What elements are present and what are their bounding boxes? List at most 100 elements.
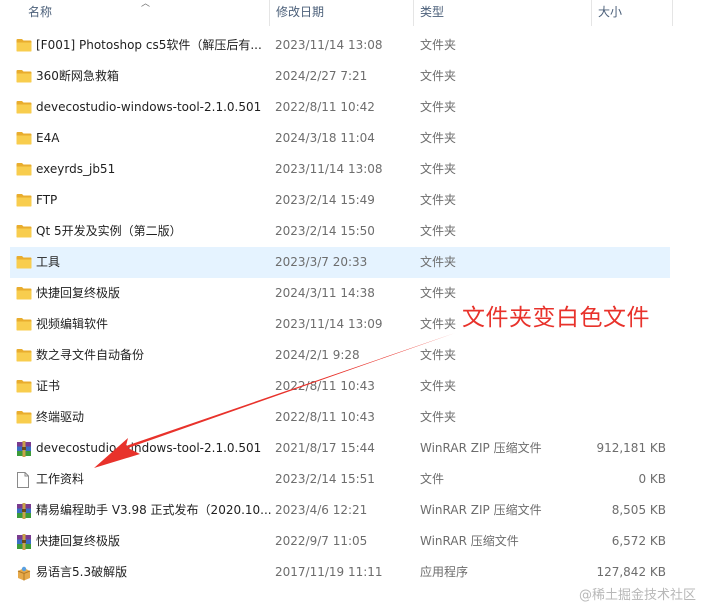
column-divider[interactable] [591, 0, 592, 26]
column-divider[interactable] [672, 0, 673, 26]
folder-icon [16, 255, 32, 269]
file-type: 文件夹 [420, 410, 457, 424]
file-modified-date: 2023/2/14 15:50 [275, 224, 375, 238]
file-name: devecostudio-windows-tool-2.1.0.501 [36, 441, 262, 455]
winrar-archive-icon [16, 534, 32, 550]
file-modified-date: 2024/3/11 14:38 [275, 286, 375, 300]
file-size: 912,181 KB [596, 441, 666, 455]
file-row[interactable]: 数之寻文件自动备份 2024/2/1 9:28 文件夹 [10, 340, 670, 371]
file-row[interactable]: exeyrds_jb51 2023/11/14 13:08 文件夹 [10, 154, 670, 185]
folder-icon [16, 69, 32, 83]
file-name: devecostudio-windows-tool-2.1.0.501 [36, 100, 262, 114]
file-type: 文件夹 [420, 131, 457, 145]
file-size [570, 371, 666, 402]
file-row[interactable]: [F001] Photoshop cs5软件（解压后有... 2023/11/14… [10, 30, 670, 61]
file-row[interactable]: 精易编程助手 V3.98 正式发布（2020.10... 2023/4/6 12:… [10, 495, 670, 526]
file-modified-date: 2022/8/11 10:43 [275, 379, 375, 393]
blank-file-icon [16, 472, 32, 488]
file-modified-date: 2023/3/7 20:33 [275, 255, 368, 269]
file-modified-date: 2017/11/19 11:11 [275, 565, 383, 579]
file-size: 0 KB [638, 472, 666, 486]
file-name: 工具 [36, 255, 61, 269]
folder-icon [16, 100, 32, 114]
file-size [570, 154, 666, 185]
file-name: 证书 [36, 379, 61, 393]
file-size [570, 30, 666, 61]
file-modified-date: 2024/3/18 11:04 [275, 131, 375, 145]
file-size: 6,572 KB [611, 534, 666, 548]
file-name: [F001] Photoshop cs5软件（解压后有... [36, 38, 262, 52]
file-type: 文件夹 [420, 38, 457, 52]
folder-icon [16, 193, 32, 207]
file-size [570, 216, 666, 247]
file-modified-date: 2023/11/14 13:08 [275, 38, 383, 52]
file-size [570, 340, 666, 371]
file-modified-date: 2023/2/14 15:49 [275, 193, 375, 207]
file-name: 快捷回复终极版 [36, 534, 121, 548]
file-modified-date: 2022/8/11 10:42 [275, 100, 375, 114]
folder-icon [16, 379, 32, 393]
file-row[interactable]: 终端驱动 2022/8/11 10:43 文件夹 [10, 402, 670, 433]
file-modified-date: 2023/2/14 15:51 [275, 472, 375, 486]
file-type: 文件夹 [420, 224, 457, 238]
file-row[interactable]: 360断网急救箱 2024/2/27 7:21 文件夹 [10, 61, 670, 92]
file-name: 360断网急救箱 [36, 69, 119, 83]
file-row[interactable]: Qt 5开发及实例（第二版） 2023/2/14 15:50 文件夹 [10, 216, 670, 247]
column-header-size[interactable]: 大小 [598, 0, 622, 26]
file-size [570, 247, 666, 278]
file-type: WinRAR ZIP 压缩文件 [420, 441, 542, 455]
file-size: 8,505 KB [611, 503, 666, 517]
file-type: 文件夹 [420, 255, 457, 269]
watermark: @稀土掘金技术社区 [578, 588, 696, 603]
file-modified-date: 2023/4/6 12:21 [275, 503, 368, 517]
file-row[interactable]: 快捷回复终极版 2022/9/7 11:05 WinRAR 压缩文件 6,572 KB [10, 526, 670, 557]
file-modified-date: 2023/11/14 13:08 [275, 162, 383, 176]
file-modified-date: 2024/2/1 9:28 [275, 348, 360, 362]
file-row[interactable]: 工具 2023/3/7 20:33 文件夹 [10, 247, 670, 278]
file-modified-date: 2022/9/7 11:05 [275, 534, 368, 548]
file-row[interactable]: FTP 2023/2/14 15:49 文件夹 [10, 185, 670, 216]
file-row[interactable]: 工作资料 2023/2/14 15:51 文件 0 KB [10, 464, 670, 495]
folder-icon [16, 162, 32, 176]
file-size [570, 123, 666, 154]
file-size [570, 185, 666, 216]
folder-icon [16, 224, 32, 238]
file-type: 文件夹 [420, 162, 457, 176]
file-name: 视频编辑软件 [36, 317, 109, 331]
file-size [570, 92, 666, 123]
column-divider[interactable] [269, 0, 270, 26]
file-type: 应用程序 [420, 565, 469, 579]
file-name: Qt 5开发及实例（第二版） [36, 224, 182, 238]
file-type: 文件夹 [420, 100, 457, 114]
application-icon [16, 565, 32, 581]
file-type: 文件夹 [420, 379, 457, 393]
column-divider[interactable] [413, 0, 414, 26]
file-row[interactable]: devecostudio-windows-tool-2.1.0.501 2021/… [10, 433, 670, 464]
file-type: 文件夹 [420, 69, 457, 83]
column-header-date[interactable]: 修改日期 [276, 0, 324, 26]
file-name: exeyrds_jb51 [36, 162, 116, 176]
file-type: 文件夹 [420, 348, 457, 362]
folder-icon [16, 317, 32, 331]
annotation-text: 文件夹变白色文件 [462, 305, 650, 331]
folder-icon [16, 286, 32, 300]
file-row[interactable]: devecostudio-windows-tool-2.1.0.501 2022/… [10, 92, 670, 123]
folder-icon [16, 410, 32, 424]
file-size [570, 61, 666, 92]
file-name: 终端驱动 [36, 410, 85, 424]
file-type: WinRAR 压缩文件 [420, 534, 519, 548]
folder-icon [16, 348, 32, 362]
file-name: E4A [36, 131, 60, 145]
file-modified-date: 2024/2/27 7:21 [275, 69, 368, 83]
file-type: WinRAR ZIP 压缩文件 [420, 503, 542, 517]
sort-ascending-icon: ︿ [141, 0, 151, 9]
column-header-type[interactable]: 类型 [420, 0, 444, 26]
file-row[interactable]: E4A 2024/3/18 11:04 文件夹 [10, 123, 670, 154]
file-row[interactable]: 易语言5.3破解版 2017/11/19 11:11 应用程序 127,842 KB [10, 557, 670, 588]
folder-icon [16, 131, 32, 145]
file-name: 快捷回复终极版 [36, 286, 121, 300]
column-header-name[interactable]: 名称 [28, 0, 52, 26]
file-name: 数之寻文件自动备份 [36, 348, 145, 362]
file-name: 精易编程助手 V3.98 正式发布（2020.10... [36, 503, 272, 517]
file-row[interactable]: 证书 2022/8/11 10:43 文件夹 [10, 371, 670, 402]
